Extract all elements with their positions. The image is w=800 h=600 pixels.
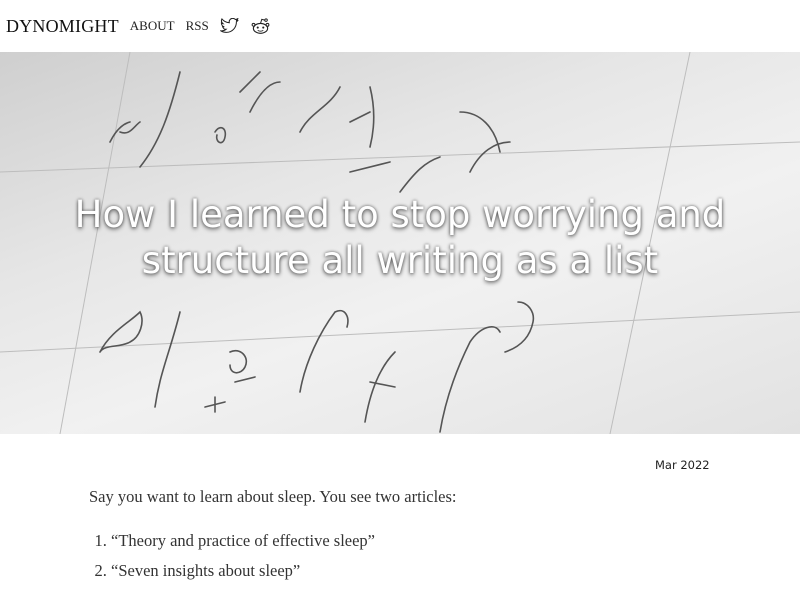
list-item: “Theory and practice of effective sleep” <box>111 528 375 558</box>
hero-banner: How I learned to stop worrying and struc… <box>0 52 800 434</box>
article-date: Mar 2022 <box>655 458 710 472</box>
article-intro: Say you want to learn about sleep. You s… <box>89 487 457 506</box>
site-brand-link[interactable]: DYNOMIGHT <box>6 16 119 37</box>
site-header: DYNOMIGHT ABOUT RSS <box>0 0 800 52</box>
reddit-icon[interactable] <box>251 16 271 36</box>
twitter-icon[interactable] <box>220 16 240 36</box>
nav-about-link[interactable]: ABOUT <box>130 18 175 34</box>
nav-rss-link[interactable]: RSS <box>186 18 209 34</box>
article-title: How I learned to stop worrying and struc… <box>74 193 726 282</box>
article-list: “Theory and practice of effective sleep”… <box>89 528 375 588</box>
list-item: “Seven insights about sleep” <box>111 558 375 588</box>
